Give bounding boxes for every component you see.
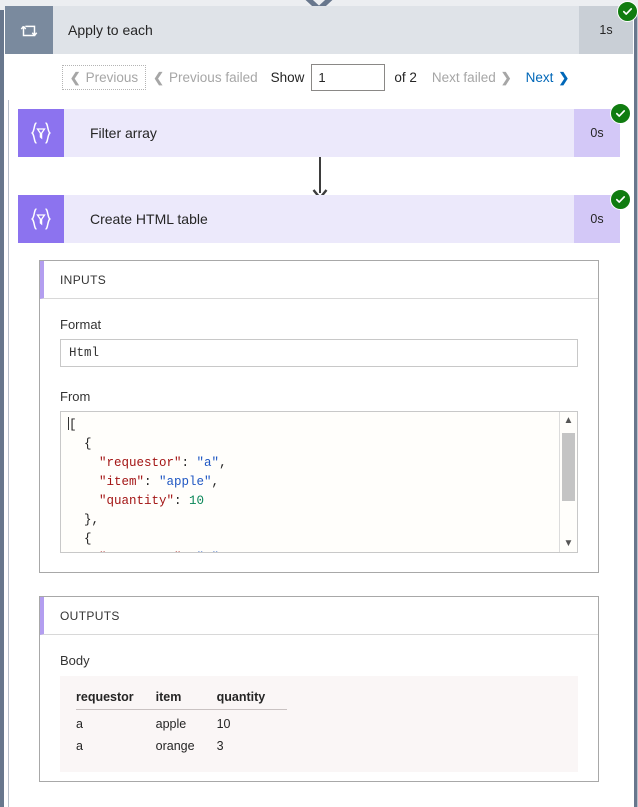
code-line: "requestor": "a", [69,454,558,473]
code-token: { [69,532,92,546]
scroll-down-icon[interactable]: ▼ [560,535,577,552]
body-label: Body [60,653,90,668]
code-line: { [69,530,558,549]
filter-braces-icon [18,195,64,243]
show-label: Show [270,69,305,85]
inputs-body: Format Html From [ { "requestor": "a", "… [40,299,598,575]
chevron-right-icon: ❯ [500,69,512,85]
format-label: Format [60,317,102,332]
table-cell: a [76,717,83,731]
table-cell: 3 [216,739,224,753]
code-line: { [69,435,558,454]
status-badge-scope [617,1,638,22]
outputs-body: Body requestor item quantity a apple 10 a oran… [40,635,598,794]
next-failed-button[interactable]: Next failed ❯ [425,66,519,89]
action-title: Create HTML table [90,211,208,227]
code-token: "a" [196,456,220,470]
scope-header[interactable]: Apply to each 1s [5,6,633,54]
status-badge-create-html-table [610,189,631,210]
body-html-table: requestor item quantity a apple 10 a orange 3 [76,690,288,754]
from-label: From [60,389,91,404]
code-line: }, [69,511,558,530]
filter-braces-icon [18,109,64,157]
code-token: "quantity" [69,494,175,508]
code-token: : [144,475,160,489]
total-pages-label: of 2 [394,69,417,85]
code-token: [ [69,418,77,432]
code-line: "item": "apple", [69,473,558,492]
action-card-filter-array[interactable]: Filter array 0s [18,109,620,157]
loop-icon [5,6,53,54]
previous-button[interactable]: ❮ Previous [61,64,147,90]
from-code-viewer[interactable]: [ { "requestor": "a", "item": "apple", "… [60,411,578,553]
table-column-header: item [155,690,217,710]
code-token: "apple" [159,475,212,489]
table-row: a orange 3 [76,732,287,754]
table-cell: orange [155,739,195,753]
code-token: { [69,437,92,451]
iteration-pager: ❮ Previous ❮ Previous failed Show of 2 N… [5,54,633,100]
table-row: a apple 10 [76,710,287,733]
table-column-header: quantity [216,690,288,710]
chevron-right-icon: ❯ [558,69,570,85]
outputs-card: OUTPUTS Body requestor item quantity a appl… [39,596,599,782]
code-token: , [219,456,227,470]
check-icon [615,196,626,203]
code-line: "quantity": 10 [69,492,558,511]
next-label: Next [525,69,554,85]
from-code-content: [ { "requestor": "a", "item": "apple", "… [61,412,558,552]
table-cell: apple [155,717,187,731]
code-token: }, [69,513,100,527]
table-cell: 10 [216,717,231,731]
code-line: [ [68,416,558,435]
format-value: Html [60,339,578,367]
code-token: : [181,456,197,470]
scope-title: Apply to each [68,22,153,38]
next-failed-label: Next failed [431,69,496,85]
page-number-input[interactable] [311,63,386,91]
scrollbar-thumb[interactable] [562,433,575,501]
outputs-header: OUTPUTS [40,597,598,635]
inputs-header: INPUTS [40,261,598,299]
code-token: "requestor" [69,551,182,552]
previous-failed-button[interactable]: ❮ Previous failed [146,66,264,89]
code-token: : [182,551,197,552]
check-icon [622,8,633,15]
table-header-row: requestor item quantity [76,690,288,710]
code-line: "requestor": "a" [69,549,558,552]
previous-label: Previous [85,69,139,85]
status-badge-filter-array [610,103,631,124]
scroll-up-icon[interactable]: ▲ [560,412,577,429]
code-token: , [211,475,220,489]
chevron-left-icon: ❮ [153,69,165,85]
code-scrollbar[interactable]: ▲ ▼ [559,412,577,552]
body-html-table-wrapper: requestor item quantity a apple 10 a orange 3 [60,676,578,772]
action-title: Filter array [90,125,157,141]
table-cell: a [76,739,83,753]
action-card-create-html-table[interactable]: Create HTML table 0s [18,195,620,243]
code-token: 10 [189,494,205,508]
inputs-card: INPUTS Format Html From [ { "requestor":… [39,260,599,573]
code-token: "a" [197,551,220,552]
previous-failed-label: Previous failed [169,69,258,85]
scrollbar-track[interactable] [560,429,577,535]
table-column-header: requestor [76,690,156,710]
check-icon [615,110,626,117]
chevron-left-icon: ❮ [69,69,81,85]
code-token: : [174,494,190,508]
code-token: "requestor" [69,456,182,470]
next-button[interactable]: Next ❯ [519,66,577,89]
code-token: "item" [69,475,145,489]
